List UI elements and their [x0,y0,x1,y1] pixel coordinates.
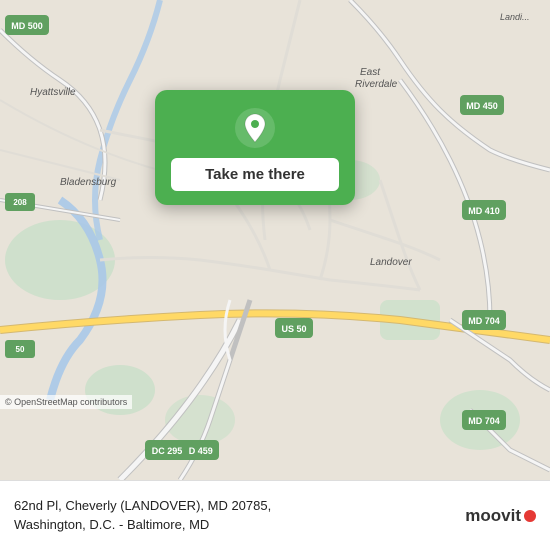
moovit-logo-dot [524,510,536,522]
svg-text:US 50: US 50 [281,324,306,334]
moovit-logo: moovit [465,506,536,526]
svg-text:Landover: Landover [370,257,412,268]
svg-text:East: East [360,67,381,78]
svg-text:208: 208 [13,198,27,207]
map-container: MD 500 MD 450 MD 410 MD 704 MD 704 MD 45… [0,0,550,480]
take-me-there-button[interactable]: Take me there [171,158,339,191]
moovit-logo-text: moovit [465,506,521,526]
svg-text:MD 704: MD 704 [468,416,500,426]
bottom-bar: 62nd Pl, Cheverly (LANDOVER), MD 20785, … [0,480,550,550]
svg-text:50: 50 [16,345,25,354]
svg-text:Bladensburg: Bladensburg [60,177,117,188]
svg-text:MD 450: MD 450 [466,101,498,111]
svg-text:Riverdale: Riverdale [355,79,398,90]
svg-text:MD 500: MD 500 [11,21,43,31]
location-pin-icon [235,108,275,148]
address-text: 62nd Pl, Cheverly (LANDOVER), MD 20785, … [14,497,455,533]
svg-text:MD 410: MD 410 [468,206,500,216]
map-popup: Take me there [155,90,355,205]
svg-text:Hyattsville: Hyattsville [30,87,76,98]
svg-text:MD 704: MD 704 [468,316,500,326]
svg-text:Landi...: Landi... [500,12,530,22]
osm-attribution: © OpenStreetMap contributors [0,395,132,409]
svg-text:DC 295: DC 295 [152,446,183,456]
